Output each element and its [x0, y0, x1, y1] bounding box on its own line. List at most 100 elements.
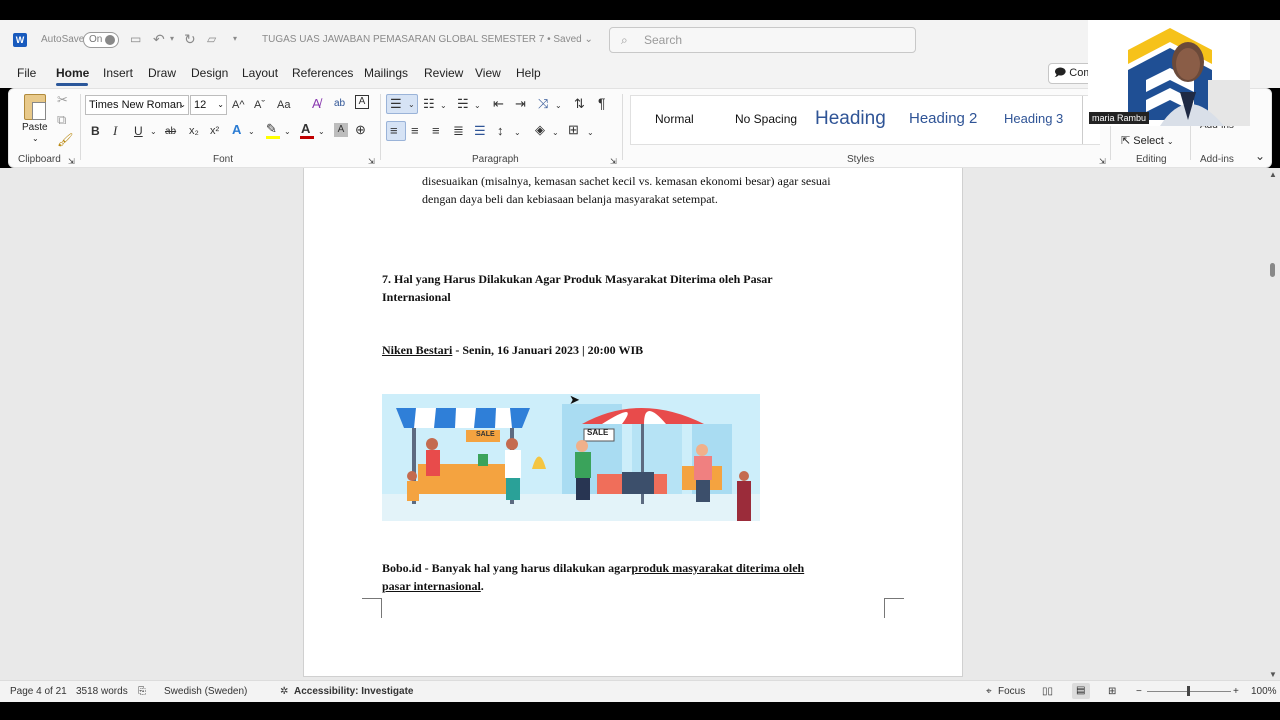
- scrollbar-thumb[interactable]: [1270, 263, 1275, 277]
- search-input[interactable]: ⌕ Search: [609, 27, 916, 53]
- text-direction-icon[interactable]: ⤨: [538, 96, 548, 112]
- document-title[interactable]: TUGAS UAS JAWABAN PEMASARAN GLOBAL SEMES…: [262, 34, 593, 45]
- autosave-toggle[interactable]: On: [83, 32, 119, 48]
- bullets-button[interactable]: ☰ ⌄: [386, 94, 418, 114]
- borders-dropdown-icon[interactable]: ⌄: [587, 125, 594, 141]
- read-mode-icon[interactable]: ▯▯: [1042, 686, 1053, 697]
- superscript-button[interactable]: x²: [210, 123, 219, 139]
- justify-icon[interactable]: ≣: [453, 123, 464, 139]
- style-no-spacing[interactable]: No Spacing: [735, 112, 797, 126]
- menu-review[interactable]: Review: [424, 66, 463, 80]
- accessibility-status[interactable]: Accessibility: Investigate: [294, 686, 414, 697]
- text-effects-icon[interactable]: A: [232, 122, 241, 138]
- menu-file[interactable]: File: [17, 66, 36, 80]
- phonetic-guide-icon[interactable]: ab: [334, 96, 345, 112]
- line-spacing-icon[interactable]: ↕: [497, 123, 504, 139]
- subscript-button[interactable]: x₂: [189, 123, 199, 139]
- proofing-icon[interactable]: ⎘: [138, 686, 146, 697]
- paragraph-link[interactable]: produk masyarakat diterima oleh: [631, 561, 804, 575]
- align-right-icon[interactable]: ≡: [432, 123, 440, 139]
- decrease-indent-icon[interactable]: ⇤: [493, 96, 504, 112]
- menu-draw[interactable]: Draw: [148, 66, 176, 80]
- scroll-down-icon[interactable]: ▼: [1269, 670, 1277, 679]
- author-link[interactable]: Niken Bestari: [382, 343, 452, 357]
- grow-font-icon[interactable]: A^: [232, 97, 245, 113]
- font-color-icon[interactable]: A: [301, 121, 310, 137]
- text-direction-dropdown-icon[interactable]: ⌄: [555, 98, 562, 114]
- shading-dropdown-icon[interactable]: ⌄: [552, 125, 559, 141]
- language[interactable]: Swedish (Sweden): [164, 686, 247, 697]
- increase-indent-icon[interactable]: ⇥: [515, 96, 526, 112]
- menu-mailings[interactable]: Mailings: [364, 66, 408, 80]
- font-name-dropdown[interactable]: Times New Roman ⌄: [85, 95, 189, 115]
- shading-icon[interactable]: ◈: [535, 122, 545, 138]
- strikethrough-button[interactable]: ab: [165, 124, 176, 140]
- menu-references[interactable]: References: [292, 66, 353, 80]
- align-left-button[interactable]: ≡: [386, 121, 406, 141]
- undo-dropdown-icon[interactable]: ▾: [170, 34, 174, 43]
- multilevel-list-icon[interactable]: ☵: [457, 96, 469, 112]
- clear-formatting-icon[interactable]: A̸: [312, 96, 321, 112]
- change-case-icon[interactable]: Aa: [277, 97, 290, 113]
- page-count[interactable]: Page 4 of 21: [10, 686, 67, 697]
- cut-icon[interactable]: ✂: [57, 92, 68, 108]
- sort-icon[interactable]: ⇅: [574, 96, 585, 112]
- highlight-icon[interactable]: ✎: [266, 121, 277, 137]
- font-color-dropdown-icon[interactable]: ⌄: [318, 124, 325, 140]
- zoom-slider-thumb[interactable]: [1187, 686, 1190, 696]
- web-layout-icon[interactable]: ⊞: [1108, 686, 1116, 697]
- format-painter-icon[interactable]: 🖌: [57, 132, 74, 148]
- menu-insert[interactable]: Insert: [103, 66, 133, 80]
- style-heading-2[interactable]: Heading 2: [909, 110, 977, 127]
- pilcrow-icon[interactable]: ¶: [598, 95, 606, 111]
- customize-toolbar-icon[interactable]: ▾: [233, 34, 237, 43]
- numbering-dropdown-icon[interactable]: ⌄: [440, 98, 447, 114]
- open-icon[interactable]: ▱: [207, 32, 216, 46]
- menu-home[interactable]: Home: [56, 66, 89, 80]
- copy-icon[interactable]: ⧉: [57, 112, 66, 128]
- paste-button[interactable]: Paste ⌄: [18, 92, 52, 144]
- underline-dropdown-icon[interactable]: ⌄: [150, 124, 157, 140]
- word-count[interactable]: 3518 words: [76, 686, 128, 697]
- vertical-scrollbar[interactable]: [1266, 168, 1280, 680]
- menu-design[interactable]: Design: [191, 66, 228, 80]
- redo-icon[interactable]: ↻: [184, 31, 196, 48]
- underline-button[interactable]: U: [134, 123, 143, 139]
- market-illustration[interactable]: SALE SALE: [382, 394, 760, 521]
- bold-button[interactable]: B: [91, 123, 100, 139]
- distributed-icon[interactable]: ☰: [474, 123, 486, 139]
- borders-icon[interactable]: ⊞: [568, 122, 579, 138]
- body-text-line: disesuaikan (misalnya, kemasan sachet ke…: [422, 174, 831, 188]
- multilevel-dropdown-icon[interactable]: ⌄: [474, 98, 481, 114]
- zoom-level[interactable]: 100%: [1251, 686, 1277, 697]
- menu-help[interactable]: Help: [516, 66, 541, 80]
- line-spacing-dropdown-icon[interactable]: ⌄: [514, 125, 521, 141]
- save-icon[interactable]: ▭: [130, 32, 141, 46]
- select-button[interactable]: ⇱ Select ⌄: [1121, 134, 1174, 147]
- collapse-ribbon-icon[interactable]: ⌄: [1255, 148, 1265, 164]
- numbering-icon[interactable]: ☷: [423, 96, 435, 112]
- menu-view[interactable]: View: [475, 66, 501, 80]
- scroll-up-icon[interactable]: ▲: [1269, 170, 1277, 179]
- character-border-icon[interactable]: A: [355, 95, 369, 109]
- undo-icon[interactable]: ↶: [153, 31, 165, 48]
- shrink-font-icon[interactable]: Aˇ: [254, 97, 265, 113]
- print-layout-button[interactable]: ▤: [1072, 683, 1090, 699]
- sale-sign: SALE: [587, 428, 609, 437]
- zoom-in-icon[interactable]: +: [1233, 686, 1239, 697]
- margin-corner: [362, 598, 382, 618]
- menu-layout[interactable]: Layout: [242, 66, 278, 80]
- style-heading[interactable]: Heading: [815, 108, 886, 130]
- zoom-out-icon[interactable]: −: [1136, 686, 1142, 697]
- highlight-dropdown-icon[interactable]: ⌄: [284, 124, 291, 140]
- paragraph-link[interactable]: pasar internasional: [382, 579, 481, 593]
- font-size-dropdown[interactable]: 12 ⌄: [190, 95, 227, 115]
- character-shading-icon[interactable]: A: [334, 123, 348, 137]
- italic-button[interactable]: I: [113, 123, 117, 139]
- style-normal[interactable]: Normal: [655, 112, 694, 126]
- style-heading-3[interactable]: Heading 3: [1004, 111, 1063, 126]
- enclose-characters-icon[interactable]: ⊕: [355, 122, 366, 138]
- text-effects-dropdown-icon[interactable]: ⌄: [248, 124, 255, 140]
- focus-button[interactable]: Focus: [998, 686, 1025, 697]
- align-center-icon[interactable]: ≡: [411, 123, 419, 139]
